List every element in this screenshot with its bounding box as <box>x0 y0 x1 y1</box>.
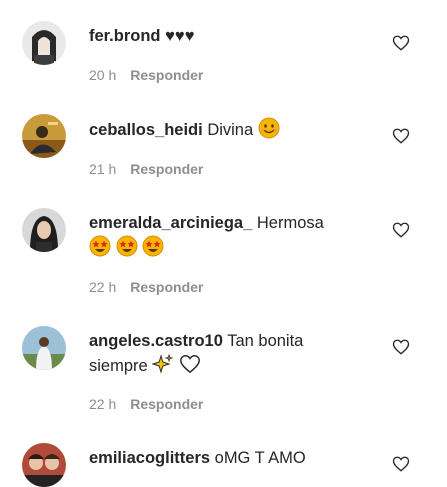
username[interactable]: fer.brond <box>89 27 161 45</box>
smiling-face-icon <box>258 117 280 146</box>
avatar[interactable] <box>22 21 66 65</box>
username[interactable]: ceballos_heidi <box>89 121 203 139</box>
white-heart-icon <box>179 353 201 382</box>
comment-body: ♥♥♥ <box>165 27 195 45</box>
comment-text: emeralda_arciniega_ Hermosa <box>89 211 389 264</box>
star-struck-face-icon <box>116 235 138 264</box>
avatar[interactable] <box>22 208 66 252</box>
avatar[interactable] <box>22 114 66 158</box>
star-struck-face-icon <box>142 235 164 264</box>
reply-button[interactable]: Responder <box>130 67 203 83</box>
comment-text: ceballos_heidi Divina <box>89 117 389 146</box>
reply-button[interactable]: Responder <box>130 161 203 177</box>
avatar[interactable] <box>22 443 66 487</box>
comment-meta: 20 h Responder <box>89 66 203 84</box>
comment-text: emiliacoglitters oMG T AMO <box>89 446 389 470</box>
comment-body: Hermosa <box>256 214 324 232</box>
heart-outline-icon[interactable] <box>392 221 410 239</box>
heart-outline-icon[interactable] <box>392 455 410 473</box>
comment-meta: 22 h Responder <box>89 278 203 296</box>
comment-meta: 22 h Responder <box>89 395 203 413</box>
comment-meta: 21 h Responder <box>89 160 203 178</box>
heart-outline-icon[interactable] <box>392 127 410 145</box>
comment-text: fer.brond ♥♥♥ <box>89 24 389 48</box>
star-struck-face-icon <box>89 235 111 264</box>
comment-text: angeles.castro10 Tan bonita siempre <box>89 329 389 382</box>
heart-outline-icon[interactable] <box>392 34 410 52</box>
timestamp: 20 h <box>89 67 117 83</box>
sparkles-icon <box>151 353 174 382</box>
timestamp: 22 h <box>89 396 117 412</box>
username[interactable]: emeralda_arciniega_ <box>89 214 252 232</box>
timestamp: 21 h <box>89 161 117 177</box>
comment-body-continued: siempre <box>89 357 148 375</box>
reply-button[interactable]: Responder <box>130 279 203 295</box>
username[interactable]: emiliacoglitters <box>89 449 210 467</box>
comment-body: Tan bonita <box>227 332 304 350</box>
avatar[interactable] <box>22 326 66 370</box>
username[interactable]: angeles.castro10 <box>89 332 223 350</box>
comment-body: Divina <box>207 121 254 139</box>
comment-body: oMG T AMO <box>214 449 306 467</box>
reply-button[interactable]: Responder <box>130 396 203 412</box>
heart-outline-icon[interactable] <box>392 338 410 356</box>
timestamp: 22 h <box>89 279 117 295</box>
